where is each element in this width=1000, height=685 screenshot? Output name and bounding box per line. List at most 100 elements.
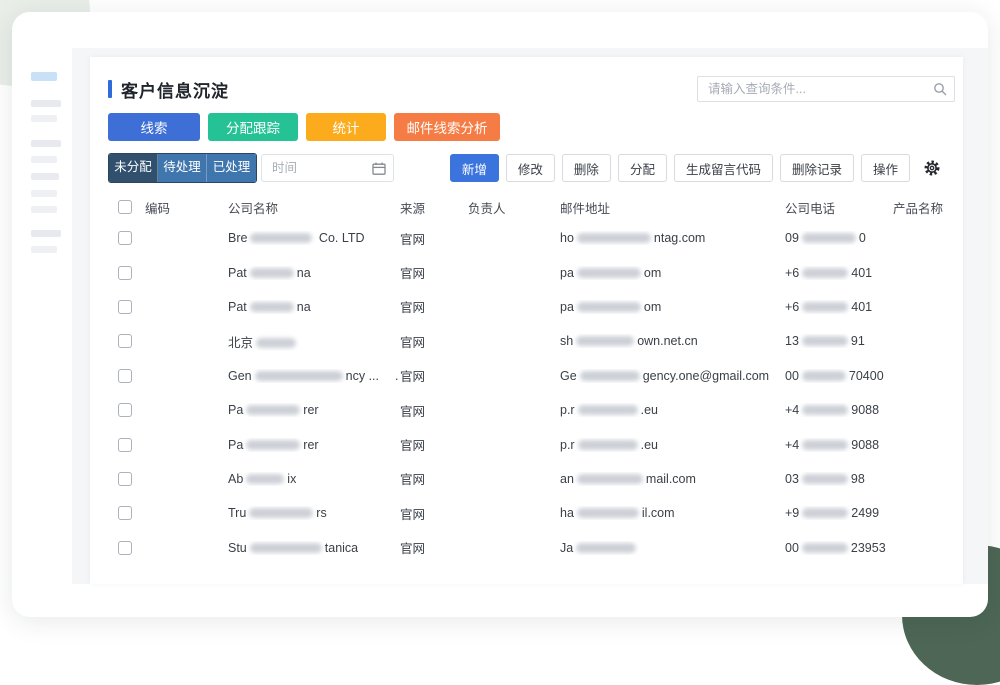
- action-button-5[interactable]: 生成留言代码: [674, 154, 773, 182]
- record-actions: 新增修改删除分配生成留言代码删除记录操作: [450, 154, 947, 182]
- visible-text: 13: [785, 334, 799, 348]
- source-cell: 官网: [400, 538, 468, 557]
- table-row[interactable]: Bre Co. LTD官网hontag.com090: [90, 221, 963, 255]
- company-cell: Parer: [228, 438, 400, 452]
- table-row[interactable]: Stutanica官网Ja0023953: [90, 531, 963, 565]
- toolbar: 未分配待处理已处理 新增修改删除分配生成留言代码删除记录操作: [108, 153, 947, 183]
- action-button-3[interactable]: 删除: [562, 154, 611, 182]
- visible-text: +9: [785, 506, 799, 520]
- redacted-text: [246, 405, 300, 415]
- row-checkbox[interactable]: [118, 334, 132, 348]
- visible-text: +4: [785, 438, 799, 452]
- table-row[interactable]: Patna官网paom+6401: [90, 255, 963, 289]
- visible-text: p.r: [560, 403, 575, 417]
- filter-tab-2[interactable]: 待处理: [158, 154, 207, 182]
- sidebar-item[interactable]: [31, 140, 61, 147]
- sidebar-item-active[interactable]: [31, 72, 57, 81]
- redacted-text: [802, 233, 856, 243]
- table-row[interactable]: Parer官网p.r.eu+49088: [90, 393, 963, 427]
- action-button-7[interactable]: 操作: [861, 154, 910, 182]
- company-cell: 北京: [228, 332, 400, 351]
- company-cell: Bre Co. LTD: [228, 231, 400, 245]
- company-cell: Trurs: [228, 506, 400, 520]
- redacted-text: [249, 508, 313, 518]
- sidebar-item[interactable]: [31, 100, 61, 107]
- action-button-6[interactable]: 删除记录: [780, 154, 854, 182]
- row-checkbox[interactable]: [118, 403, 132, 417]
- redacted-text: [577, 474, 643, 484]
- table-row[interactable]: Trurs官网hail.com+92499: [90, 496, 963, 530]
- phone-cell: 1391: [785, 334, 893, 348]
- email-cell: hontag.com: [560, 231, 785, 245]
- row-checkbox[interactable]: [118, 266, 132, 280]
- visible-text: 北京: [228, 336, 253, 350]
- nav-button-2[interactable]: 分配跟踪: [208, 113, 298, 141]
- sidebar-item[interactable]: [31, 246, 57, 253]
- sidebar-item[interactable]: [31, 190, 57, 197]
- sidebar-item[interactable]: [31, 156, 57, 163]
- row-checkbox[interactable]: [118, 369, 132, 383]
- visible-text: il.com: [642, 506, 675, 520]
- column-header-5[interactable]: 邮件地址: [560, 198, 785, 217]
- nav-button-4[interactable]: 邮件线索分析: [394, 113, 500, 141]
- table-body: Bre Co. LTD官网hontag.com090Patna官网paom+64…: [90, 221, 963, 565]
- visible-text: ho: [560, 231, 574, 245]
- source-cell: 官网: [400, 469, 468, 488]
- table-row[interactable]: Genncy ....官网Gegency.one@gmail.com007040…: [90, 359, 963, 393]
- column-header-7[interactable]: 产品名称: [893, 198, 963, 217]
- page-title: 客户信息沉淀: [121, 77, 229, 102]
- table-row[interactable]: 北京官网shown.net.cn1391: [90, 324, 963, 358]
- calendar-icon[interactable]: [372, 162, 386, 175]
- redacted-text: [802, 336, 848, 346]
- redacted-text: [246, 474, 284, 484]
- redacted-text: [802, 440, 848, 450]
- sidebar-item[interactable]: [31, 115, 57, 122]
- row-checkbox[interactable]: [118, 231, 132, 245]
- sidebar-item[interactable]: [31, 230, 61, 237]
- visible-text: 09: [785, 231, 799, 245]
- row-checkbox[interactable]: [118, 300, 132, 314]
- column-header-4[interactable]: 负责人: [468, 198, 560, 217]
- sidebar-item[interactable]: [31, 173, 59, 180]
- row-checkbox[interactable]: [118, 506, 132, 520]
- column-header-2[interactable]: 公司名称: [228, 198, 400, 217]
- select-all-checkbox[interactable]: [118, 200, 132, 214]
- settings-gear-button[interactable]: [917, 154, 947, 182]
- source-cell: 官网: [400, 297, 468, 316]
- nav-button-1[interactable]: 线索: [108, 113, 200, 141]
- visible-text: sh: [560, 334, 573, 348]
- email-cell: hail.com: [560, 506, 785, 520]
- table-row[interactable]: Parer官网p.r.eu+49088: [90, 427, 963, 461]
- redacted-text: [576, 543, 636, 553]
- search-input[interactable]: [697, 76, 955, 102]
- row-checkbox[interactable]: [118, 541, 132, 555]
- visible-text: rs: [316, 506, 326, 520]
- action-button-2[interactable]: 修改: [506, 154, 555, 182]
- action-button-4[interactable]: 分配: [618, 154, 667, 182]
- row-checkbox[interactable]: [118, 438, 132, 452]
- visible-text: 00: [785, 541, 799, 555]
- row-select-cell: [90, 334, 145, 348]
- visible-text: Bre: [228, 231, 247, 245]
- visible-text: rer: [303, 403, 318, 417]
- visible-text: 401: [851, 300, 872, 314]
- gear-icon: [923, 159, 941, 177]
- column-header-6[interactable]: 公司电话: [785, 198, 893, 217]
- visible-text: +4: [785, 403, 799, 417]
- action-button-1[interactable]: 新增: [450, 154, 499, 182]
- sidebar-item[interactable]: [31, 206, 57, 213]
- table-row[interactable]: Patna官网paom+6401: [90, 290, 963, 324]
- table-row[interactable]: Abix官网anmail.com0398: [90, 462, 963, 496]
- source-cell: 官网: [400, 435, 468, 454]
- nav-button-3[interactable]: 统计: [306, 113, 386, 141]
- search-icon[interactable]: [933, 82, 947, 96]
- filter-tab-3[interactable]: 已处理: [207, 154, 256, 182]
- row-checkbox[interactable]: [118, 472, 132, 486]
- redacted-text: [250, 302, 294, 312]
- app-window: 客户信息沉淀 线索分配跟踪统计邮件线索分析 未分配待处理已处理: [12, 12, 988, 617]
- visible-text: Ge: [560, 369, 577, 383]
- redacted-text: [576, 336, 634, 346]
- column-header-3[interactable]: 来源: [400, 198, 468, 217]
- column-header-1[interactable]: 编码: [145, 198, 228, 217]
- filter-tab-1[interactable]: 未分配: [109, 154, 158, 182]
